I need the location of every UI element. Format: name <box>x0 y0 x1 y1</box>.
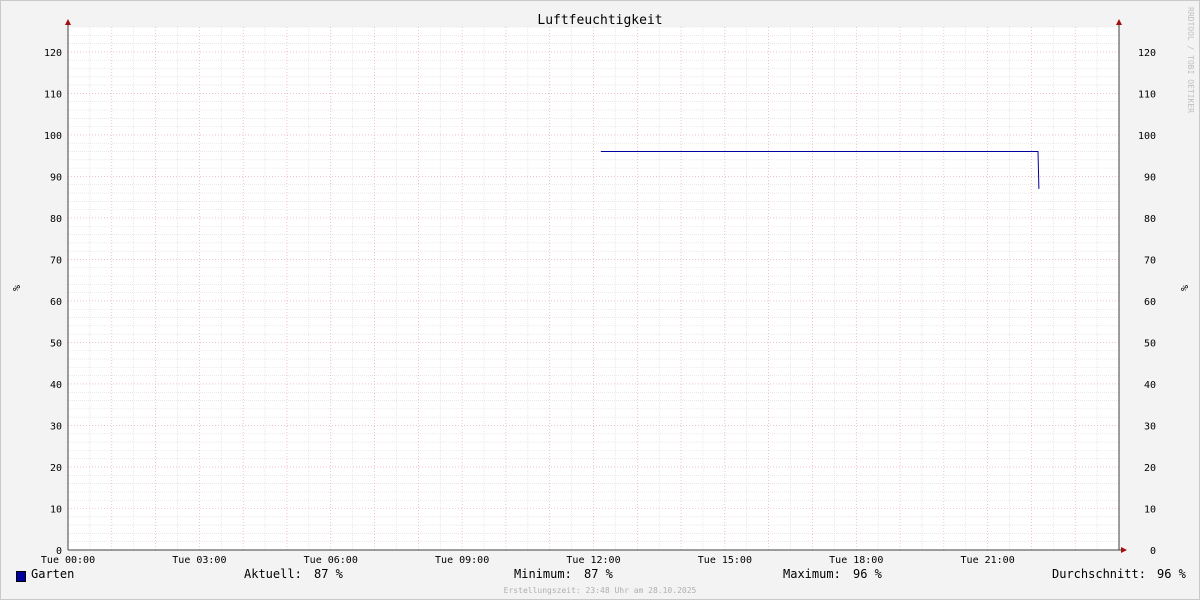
y-tick-label-left: 120 <box>44 48 62 59</box>
y-tick-label-right: 80 <box>1144 214 1156 225</box>
y-tick-label-left: 110 <box>44 89 62 100</box>
y-axis-label-left: % <box>10 285 21 291</box>
grid <box>68 26 1119 550</box>
y-tick-label-right: 50 <box>1144 338 1156 349</box>
legend-current-label: Aktuell: <box>244 567 302 581</box>
y-tick-label-left: 10 <box>50 504 62 515</box>
legend-avg-label: Durchschnitt: <box>1052 567 1146 581</box>
y-tick-label-right: 70 <box>1144 255 1156 266</box>
y-tick-label-right: 20 <box>1144 463 1156 474</box>
x-tick-label: Tue 21:00 <box>961 555 1015 566</box>
chart-title: Luftfeuchtigkeit <box>537 13 662 28</box>
y-axis-arrow-right <box>1116 19 1122 25</box>
y-tick-label-left: 100 <box>44 131 62 142</box>
legend-series-name: Garten <box>31 567 75 581</box>
y-tick-label-left: 90 <box>50 172 62 183</box>
x-tick-label: Tue 15:00 <box>698 555 752 566</box>
legend-min-value: 87 % <box>584 567 613 581</box>
y-tick-label-right: 40 <box>1144 380 1156 391</box>
y-tick-label-right: 30 <box>1144 421 1156 432</box>
y-tick-label-left: 60 <box>50 297 62 308</box>
y-tick-label-left: 40 <box>50 380 62 391</box>
humidity-chart: 0 010 1020 2030 3040 4050 5060 6070 7080 8090 9010… <box>10 13 1189 566</box>
y-tick-label-left: 20 <box>50 463 62 474</box>
y-tick-label-right: 60 <box>1144 297 1156 308</box>
x-tick-label: Tue 12:00 <box>566 555 620 566</box>
x-tick-label: Tue 09:00 <box>435 555 489 566</box>
rrdtool-watermark: RRDTOOL / TOBI OETIKER <box>1186 7 1195 113</box>
legend-max-label: Maximum: <box>783 567 841 581</box>
y-tick-label-right: 10 <box>1144 504 1156 515</box>
y-axis-arrow-left <box>65 19 71 25</box>
y-tick-label-right: 90 <box>1144 172 1156 183</box>
x-tick-label: Tue 18:00 <box>829 555 883 566</box>
y-tick-label-right: 120 <box>1138 48 1156 59</box>
legend-max-value: 96 % <box>853 567 882 581</box>
x-axis-arrow <box>1121 547 1127 553</box>
y-axis-label-right: % <box>1178 285 1189 291</box>
y-tick-label-right: 110 <box>1138 89 1156 100</box>
y-tick-label-left: 50 <box>50 338 62 349</box>
y-tick-label-left: 70 <box>50 255 62 266</box>
x-tick-label: Tue 06:00 <box>304 555 358 566</box>
legend-min-label: Minimum: <box>514 567 572 581</box>
y-tick-label-right: 100 <box>1138 131 1156 142</box>
y-tick-label-left: 30 <box>50 421 62 432</box>
legend-current-value: 87 % <box>314 567 343 581</box>
x-tick-label: Tue 00:00 <box>41 555 95 566</box>
y-tick-label-right: 0 <box>1150 546 1156 557</box>
legend-avg-value: 96 % <box>1157 567 1186 581</box>
creation-time-note: Erstellungszeit: 23:48 Uhr am 28.10.2025 <box>503 586 697 595</box>
graph-frame: 0 0 10 10 20 20 30 30 40 40 50 50 60 60 70 70 80 80 90 90 10… <box>0 0 1200 600</box>
legend: Garten Aktuell: 87 % Minimum: 87 % Maxim… <box>1 567 1199 585</box>
y-tick-label-left: 80 <box>50 214 62 225</box>
x-tick-label: Tue 03:00 <box>172 555 226 566</box>
